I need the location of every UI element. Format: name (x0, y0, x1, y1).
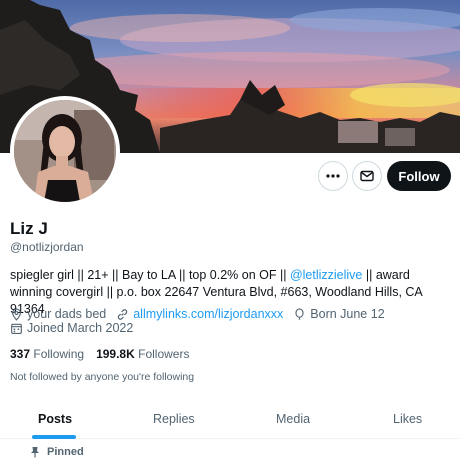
mutual-followers-note: Not followed by anyone you're following (10, 371, 195, 383)
avatar[interactable] (10, 96, 120, 206)
balloon-icon (295, 307, 304, 320)
follow-button[interactable]: Follow (387, 161, 451, 191)
mail-icon (360, 170, 374, 182)
pin-icon (31, 447, 39, 458)
joined-item: Joined March 2022 (10, 321, 133, 335)
birthday-item: Born June 12 (293, 307, 385, 321)
more-button[interactable] (318, 161, 348, 191)
birthday-text: Born June 12 (310, 307, 385, 321)
followers-count: 199.8K (96, 347, 135, 361)
tab-posts[interactable]: Posts (38, 412, 72, 426)
following-label: Following (33, 347, 85, 361)
followers-label: Followers (138, 347, 190, 361)
tab-likes[interactable]: Likes (393, 412, 422, 426)
pinned-text: Pinned (47, 446, 84, 458)
profile-meta: your dads bed allmylinks.com/lizjordanxx… (10, 307, 395, 321)
link-icon (117, 308, 128, 320)
profile-name: Liz J (10, 219, 48, 238)
profile-meta-joined: Joined March 2022 (10, 321, 143, 335)
calendar-icon (11, 323, 22, 334)
following-count: 337 (10, 347, 31, 361)
bio-text: spiegler girl || 21+ || Bay to LA || top… (10, 268, 290, 282)
tab-replies[interactable]: Replies (153, 412, 195, 426)
followers-stat[interactable]: 199.8K Followers (96, 347, 189, 361)
website-link[interactable]: allmylinks.com/lizjordanxxx (133, 307, 283, 321)
pinned-label: Pinned (30, 446, 84, 458)
bio-mention-link[interactable]: @letlizzielive (290, 268, 362, 282)
more-icon (326, 174, 340, 178)
message-button[interactable] (352, 161, 382, 191)
profile-tabs: Posts Replies Media Likes (0, 402, 460, 439)
location-icon (12, 308, 21, 321)
following-stat[interactable]: 337 Following (10, 347, 84, 361)
website-item[interactable]: allmylinks.com/lizjordanxxx (116, 307, 283, 321)
location-item: your dads bed (10, 307, 106, 321)
follow-stats: 337 Following 199.8K Followers (10, 347, 201, 361)
joined-text: Joined March 2022 (27, 321, 134, 335)
profile-handle: @notlizjordan (10, 240, 84, 254)
active-tab-indicator (32, 435, 76, 439)
location-text: your dads bed (27, 307, 107, 321)
tab-media[interactable]: Media (276, 412, 310, 426)
